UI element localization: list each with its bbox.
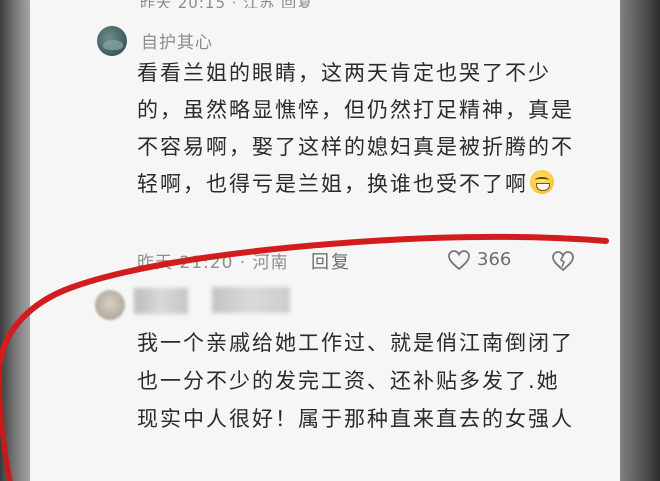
avatar[interactable]	[95, 290, 125, 320]
heart-icon[interactable]	[447, 249, 471, 271]
blurred-username	[134, 288, 188, 314]
comment-body: 我一个亲戚给她工作过、就是俏江南倒闭了也一分不少的发完工资、还补贴多发了.她现实…	[137, 324, 582, 438]
previous-comment-meta-cutoff: 昨天 20:15 · 江苏 回复	[140, 0, 520, 8]
comment-username[interactable]: 自护其心	[141, 28, 213, 53]
grinning-sweat-emoji-icon	[530, 170, 554, 194]
photo-of-phone-screen: 昨天 20:15 · 江苏 回复 自护其心 看看兰姐的眼睛，这两天肯定也哭了不少…	[0, 0, 660, 481]
blurred-username	[212, 287, 290, 313]
broken-heart-icon[interactable]	[551, 250, 575, 272]
comment-body: 看看兰姐的眼睛，这两天肯定也哭了不少的，虽然略显憔悴，但仍然打足精神，真是不容易…	[137, 55, 577, 203]
avatar[interactable]	[97, 26, 127, 56]
comment-timestamp-location: 昨天 21:20 · 河南	[137, 253, 289, 273]
reply-button[interactable]: 回复	[311, 248, 351, 274]
comment-body-text: 看看兰姐的眼睛，这两天肯定也哭了不少的，虽然略显憔悴，但仍然打足精神，真是不容易…	[137, 61, 574, 196]
comment-body-text: 我一个亲戚给她工作过、就是俏江南倒闭了也一分不少的发完工资、还补贴多发了.她现实…	[137, 331, 574, 431]
like-count: 366	[477, 249, 512, 270]
